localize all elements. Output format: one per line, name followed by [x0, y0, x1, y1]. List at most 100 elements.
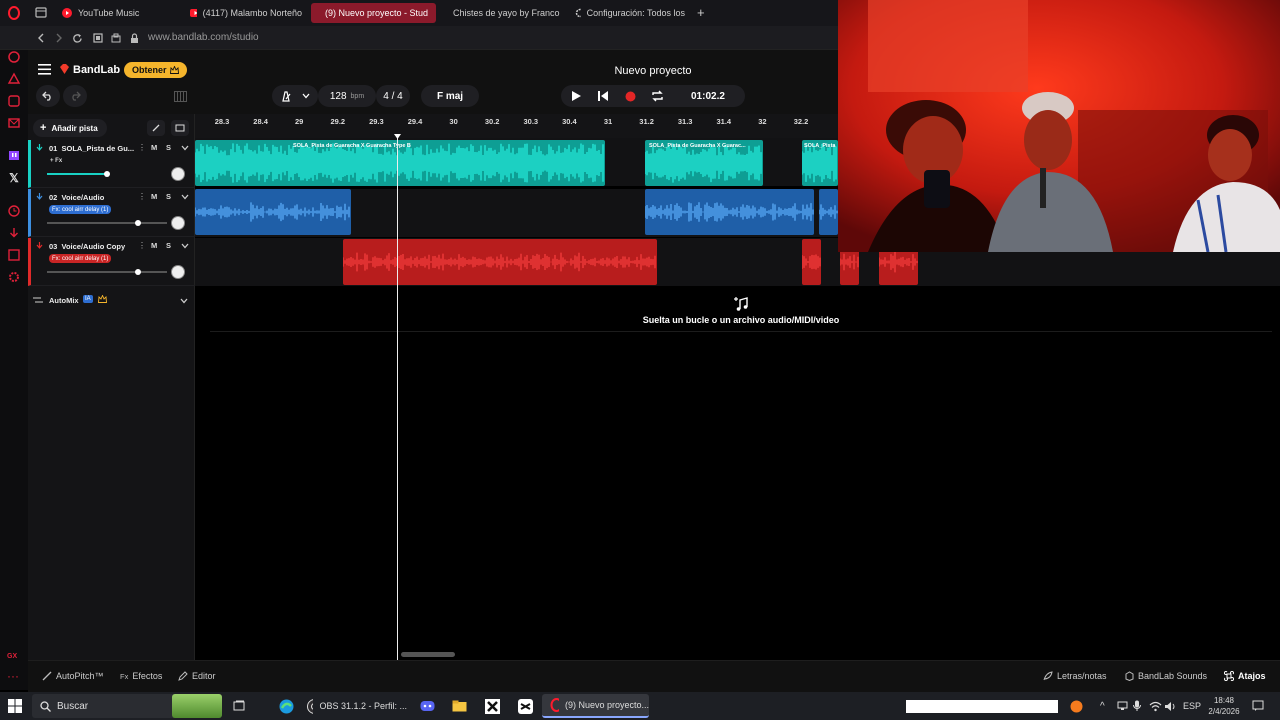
windows-start-icon[interactable] — [8, 694, 22, 718]
timeline-ruler[interactable]: 28.3 28.4 29 29.2 29.3 29.4 30 30.2 30.3 30.4 31 31… — [195, 114, 838, 138]
more-dots-icon[interactable]: ··· — [7, 670, 21, 686]
play-icon[interactable] — [570, 90, 582, 102]
tuning-fork-button[interactable] — [147, 120, 165, 136]
redo-button[interactable] — [63, 85, 87, 107]
taskbar-input-box[interactable] — [906, 700, 1058, 713]
playhead-marker[interactable] — [394, 134, 401, 140]
audio-region[interactable] — [645, 189, 814, 235]
audio-region[interactable] — [819, 189, 838, 235]
horizontal-scrollbar[interactable] — [401, 652, 455, 657]
aria-icon[interactable] — [7, 50, 21, 64]
back-icon[interactable] — [34, 31, 48, 45]
track-menu-icon[interactable]: ⋮ — [138, 192, 146, 201]
audio-region[interactable]: SOLA_Pista — [802, 140, 838, 186]
track-header-01[interactable]: 01 SOLA_Pista de Gu... + Fx ⋮ M S — [28, 140, 195, 188]
volume-slider-handle[interactable] — [135, 220, 141, 226]
new-tab-button[interactable]: + — [697, 6, 705, 19]
mute-button[interactable]: M — [151, 241, 157, 250]
messenger-icon[interactable] — [7, 72, 21, 86]
chevron-down-icon[interactable] — [181, 145, 189, 151]
lock-icon[interactable] — [127, 31, 141, 45]
forward-icon[interactable] — [52, 31, 66, 45]
x-twitter-icon[interactable]: 𝕏 — [7, 171, 21, 185]
loop-icon[interactable] — [651, 90, 664, 102]
avast-icon[interactable] — [1070, 694, 1083, 718]
taskbar-opera[interactable]: (9) Nuevo proyecto... — [542, 694, 649, 718]
undo-button[interactable] — [36, 85, 60, 107]
solo-button[interactable]: S — [166, 241, 171, 250]
url-field[interactable]: www.bandlab.com/studio — [148, 32, 259, 43]
autopitch-button[interactable]: AutoPitch™ — [42, 671, 104, 681]
language-indicator[interactable]: ESP — [1183, 694, 1201, 718]
track-fx-badge[interactable]: Fx: cool airr delay (1) — [49, 254, 112, 263]
audio-region[interactable] — [802, 239, 821, 285]
mail-icon[interactable] — [7, 116, 21, 130]
tab-youtube-music[interactable]: YouTube Music — [54, 3, 182, 23]
app-tile-icon[interactable] — [485, 694, 500, 718]
track-fx-label[interactable]: + Fx — [47, 156, 65, 165]
track-menu-icon[interactable]: ⋮ — [138, 143, 146, 152]
discord-icon[interactable] — [420, 694, 435, 718]
track-fx-badge[interactable]: Fx: cool airr delay (1) — [49, 205, 112, 214]
chevron-down-icon[interactable] — [181, 243, 189, 249]
bandlab-sounds-button[interactable]: BandLab Sounds — [1125, 671, 1207, 681]
go-to-start-icon[interactable] — [597, 90, 609, 102]
capcut-icon[interactable] — [518, 694, 533, 718]
key-field[interactable]: F maj — [421, 85, 479, 107]
mute-button[interactable]: M — [151, 143, 157, 152]
efectos-button[interactable]: Fx Efectos — [120, 671, 162, 681]
volume-slider[interactable] — [47, 222, 167, 224]
piano-keys-button[interactable] — [168, 85, 192, 107]
volume-icon[interactable] — [1164, 694, 1177, 718]
playhead[interactable] — [397, 138, 398, 660]
volume-slider-handle[interactable] — [135, 269, 141, 275]
metronome-button[interactable] — [272, 85, 318, 107]
letras-button[interactable]: Letras/notas — [1043, 671, 1107, 681]
taskbar-obs[interactable]: OBS 31.1.2 - Perfil: ... — [307, 694, 407, 718]
volume-slider-handle[interactable] — [104, 171, 110, 177]
opera-logo-icon[interactable] — [8, 6, 20, 20]
settings-gear-icon[interactable] — [7, 270, 21, 284]
tab-chistes[interactable]: Chistes de yayo by Franco — [439, 3, 565, 23]
atajos-button[interactable]: Atajos — [1224, 671, 1266, 681]
network-icon[interactable] — [1117, 694, 1128, 718]
drop-zone[interactable]: Suelta un bucle o un archivo audio/MIDI/… — [210, 290, 1272, 332]
solo-button[interactable]: S — [166, 192, 171, 201]
record-icon[interactable] — [625, 91, 636, 102]
file-explorer-icon[interactable] — [452, 694, 467, 718]
volume-slider[interactable] — [47, 173, 107, 175]
microphone-icon[interactable] — [1133, 694, 1141, 718]
automix-row[interactable]: AutoMix IA — [28, 290, 195, 312]
solo-button[interactable]: S — [166, 143, 171, 152]
snapshot-icon[interactable] — [91, 31, 105, 45]
gx-corner-icon[interactable]: GX — [7, 653, 21, 667]
tab-bandlab[interactable]: (9) Nuevo proyecto - Stud — [311, 3, 436, 23]
extensions-icon[interactable] — [7, 248, 21, 262]
pan-knob[interactable] — [171, 265, 185, 279]
tray-chevron-icon[interactable]: ^ — [1100, 694, 1105, 718]
edge-icon[interactable] — [279, 694, 294, 718]
tab-youtube-malambo[interactable]: (4117) Malambo Norteño — [182, 3, 310, 23]
music-player-icon[interactable] — [7, 94, 21, 108]
workspaces-icon[interactable] — [35, 7, 47, 18]
task-view-icon[interactable] — [233, 694, 245, 718]
track-menu-icon[interactable]: ⋮ — [138, 241, 146, 250]
track-settings-button[interactable] — [171, 120, 189, 136]
notifications-icon[interactable] — [1252, 694, 1264, 718]
pan-knob[interactable] — [171, 216, 185, 230]
add-track-button[interactable]: + Añadir pista — [33, 119, 107, 137]
track-name[interactable]: 01 SOLA_Pista de Gu... — [49, 144, 134, 153]
tempo-field[interactable]: 128 bpm — [318, 85, 376, 107]
twitch-icon[interactable] — [7, 149, 21, 163]
reload-icon[interactable] — [70, 31, 84, 45]
volume-slider[interactable] — [47, 271, 167, 273]
pan-knob[interactable] — [171, 167, 185, 181]
audio-region[interactable]: SOLA_Pista de Guaracha X Guaracha Type B — [195, 140, 605, 186]
track-header-02[interactable]: 02 Voice/Audio Fx: cool airr delay (1) ⋮… — [28, 189, 195, 237]
audio-region[interactable]: SOLA_Pista de Guaracha X Guarac... — [645, 140, 763, 186]
track-name[interactable]: 03 Voice/Audio Copy — [49, 242, 125, 251]
history-icon[interactable] — [7, 204, 21, 218]
editor-button[interactable]: Editor — [178, 671, 216, 681]
mute-button[interactable]: M — [151, 192, 157, 201]
tab-configuracion[interactable]: Configuración: Todos los — [567, 3, 693, 23]
